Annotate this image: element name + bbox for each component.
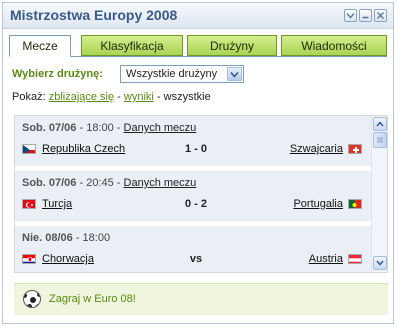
home-team[interactable]: Republika Czech — [22, 143, 125, 155]
close-icon[interactable] — [374, 9, 387, 22]
tab-standings[interactable]: Klasyfikacja — [81, 35, 183, 56]
home-team-name: Turcja — [42, 198, 73, 210]
home-team[interactable]: Turcja — [22, 198, 72, 210]
swiss-flag-icon — [348, 144, 362, 154]
match-row: Sob. 07/06 - 18:00 - Danych meczu Republ… — [15, 116, 372, 166]
tab-matches[interactable]: Mecze — [9, 35, 71, 57]
portugal-flag-icon — [348, 199, 362, 209]
away-team-name: Portugalia — [293, 198, 343, 210]
show-filter-row: Pokaż: zbliżające się - wyniki - wszystk… — [12, 91, 211, 103]
match-date: Sob. 07/06 — [22, 122, 77, 134]
window-controls — [344, 9, 387, 22]
tab-bar: Mecze Klasyfikacja Drużyny Wiadomości — [9, 35, 387, 57]
match-score: 1 - 0 — [184, 143, 207, 155]
away-team[interactable]: Szwajcaria — [290, 143, 362, 155]
match-time: - 18:00 - — [79, 122, 121, 134]
match-versus: vs — [189, 253, 203, 265]
title-bar: Mistrzostwa Europy 2008 — [3, 3, 393, 29]
austria-flag-icon — [348, 254, 362, 264]
tab-news[interactable]: Wiadomości — [281, 35, 387, 56]
team-select[interactable]: Wszystkie drużyny — [120, 65, 244, 83]
scrollbar-thumb[interactable] — [373, 132, 387, 148]
match-row: Sob. 07/06 - 20:45 - Danych meczu Turcja… — [15, 171, 372, 221]
all-label: wszystkie — [163, 91, 211, 103]
home-team-name: Republika Czech — [42, 143, 126, 155]
home-team[interactable]: Chorwacja — [22, 253, 94, 265]
team-filter-label: Wybierz drużynę: — [12, 68, 103, 80]
match-score: 0 - 2 — [184, 198, 207, 210]
results-link[interactable]: wyniki — [124, 91, 154, 103]
football-icon — [23, 290, 41, 308]
chevron-down-icon[interactable] — [227, 67, 242, 81]
scroll-down-icon[interactable] — [373, 256, 387, 270]
match-details-link[interactable]: Danych meczu — [124, 122, 197, 134]
window-title: Mistrzostwa Europy 2008 — [10, 7, 178, 23]
home-team-name: Chorwacja — [42, 253, 94, 265]
match-details-link[interactable]: Danych meczu — [124, 177, 197, 189]
separator: - — [153, 91, 164, 103]
match-row: Nie. 08/06 - 18:00 Chorwacja vs Austria — [15, 226, 372, 272]
minimize-icon[interactable] — [359, 9, 372, 22]
separator: - — [114, 91, 124, 103]
play-euro-link[interactable]: Zagraj w Euro 08! — [49, 293, 136, 305]
team-filter-row: Wybierz drużynę: — [12, 65, 103, 83]
match-header: Sob. 07/06 - 18:00 - Danych meczu — [22, 122, 196, 134]
tab-divider — [71, 56, 387, 57]
czech-flag-icon — [22, 144, 36, 154]
show-label: Pokaż: — [12, 91, 46, 103]
footer-bar: Zagraj w Euro 08! — [14, 283, 388, 315]
tab-teams[interactable]: Drużyny — [187, 35, 277, 56]
match-time: - 20:45 - — [79, 177, 121, 189]
list-scrollbar[interactable] — [371, 116, 387, 272]
away-team-name: Austria — [308, 253, 343, 265]
turkey-flag-icon — [22, 199, 36, 209]
match-list: Sob. 07/06 - 18:00 - Danych meczu Republ… — [14, 115, 388, 273]
match-header: Sob. 07/06 - 20:45 - Danych meczu — [22, 177, 196, 189]
gadget-window: Mistrzostwa Europy 2008 Mecze Klasyfikac… — [2, 2, 394, 324]
away-team[interactable]: Austria — [309, 253, 362, 265]
match-date: Nie. 08/06 — [22, 232, 73, 244]
croatia-flag-icon — [22, 254, 36, 264]
menu-dropdown-icon[interactable] — [344, 9, 357, 22]
match-date: Sob. 07/06 — [22, 177, 77, 189]
match-time: - 18:00 — [75, 232, 111, 244]
away-team-name: Szwajcaria — [289, 143, 343, 155]
team-select-value: Wszystkie drużyny — [126, 68, 218, 80]
upcoming-link[interactable]: zbliżające się — [49, 91, 114, 103]
match-header: Nie. 08/06 - 18:00 — [22, 232, 110, 244]
scroll-up-icon[interactable] — [373, 117, 387, 131]
away-team[interactable]: Portugalia — [293, 198, 362, 210]
